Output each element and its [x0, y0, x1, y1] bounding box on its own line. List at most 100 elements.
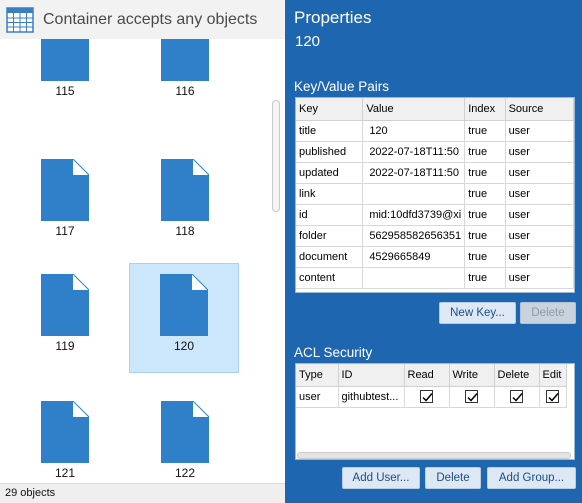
acl-col-id[interactable]: ID	[338, 364, 405, 387]
kv-value[interactable]	[362, 267, 466, 289]
kv-source: user	[505, 141, 574, 163]
kv-source: user	[505, 225, 574, 247]
kv-col-index[interactable]: Index	[464, 98, 506, 121]
kv-row[interactable]: link true user	[296, 183, 574, 205]
object-label: 119	[55, 339, 75, 353]
container-pane: Container accepts any objects 115 116 11…	[0, 0, 285, 503]
kv-col-source[interactable]: Source	[505, 98, 574, 121]
container-header: Container accepts any objects	[0, 0, 285, 39]
delete-checkbox[interactable]	[510, 390, 523, 403]
kv-col-value[interactable]: Value	[362, 98, 466, 121]
properties-title: Properties	[294, 8, 372, 27]
acl-header-row: Type ID Read Write Delete Edit	[296, 364, 567, 387]
acl-col-edit[interactable]: Edit	[539, 364, 567, 387]
kv-source: user	[505, 183, 574, 205]
object-tile[interactable]: 122	[130, 391, 240, 483]
object-tile[interactable]: 121	[10, 391, 120, 483]
object-label: 122	[174, 466, 196, 480]
kv-value[interactable]: 2022-07-18T11:50	[362, 141, 466, 163]
kv-col-key[interactable]: Key	[296, 98, 364, 121]
kv-value[interactable]	[362, 183, 466, 205]
document-icon	[161, 159, 209, 221]
write-checkbox[interactable]	[465, 390, 478, 403]
kv-source: user	[505, 267, 574, 289]
kv-key: link	[296, 183, 364, 205]
acl-col-read[interactable]: Read	[404, 364, 450, 387]
kv-row[interactable]: content true user	[296, 267, 574, 289]
kv-key: document	[296, 246, 364, 268]
object-label: 121	[54, 466, 76, 480]
kv-row[interactable]: published 2022-07-18T11:50 true user	[296, 141, 574, 163]
kv-table-container: Key Value Index Source title 120 true us…	[295, 97, 575, 293]
kv-source: user	[505, 246, 574, 268]
object-label: 115	[55, 84, 75, 98]
kv-index: true	[464, 162, 506, 184]
acl-row[interactable]: user githubtest...	[296, 386, 567, 408]
properties-panel: Properties 120 Key/Value Pairs Key Value…	[285, 0, 582, 503]
kv-value[interactable]: 120	[362, 120, 466, 142]
object-label: 118	[175, 224, 195, 238]
kv-key: content	[296, 267, 364, 289]
grid-icon	[6, 6, 34, 33]
kv-index: true	[464, 225, 506, 247]
object-tile[interactable]: 116	[130, 39, 240, 119]
kv-key: published	[296, 141, 364, 163]
document-icon	[41, 401, 89, 463]
kv-key: id	[296, 204, 364, 226]
kv-index: true	[464, 204, 506, 226]
document-icon	[41, 39, 89, 81]
acl-horizontal-scrollbar[interactable]	[297, 452, 571, 459]
object-label: 117	[55, 224, 75, 238]
kv-source: user	[505, 162, 574, 184]
document-icon	[41, 159, 89, 221]
object-label: 120	[173, 339, 195, 353]
kv-value[interactable]: 4529665849	[362, 246, 466, 268]
add-user-button[interactable]: Add User...	[342, 467, 420, 489]
kv-row[interactable]: document 4529665849 true user	[296, 246, 574, 268]
kv-source: user	[505, 120, 574, 142]
kv-row[interactable]: updated 2022-07-18T11:50 true user	[296, 162, 574, 184]
object-tile-selected[interactable]: 120	[129, 263, 239, 373]
add-group-button[interactable]: Add Group...	[487, 467, 576, 489]
kv-row[interactable]: title 120 true user	[296, 120, 574, 142]
acl-table-container: Type ID Read Write Delete Edit user gith…	[295, 363, 575, 460]
new-key-button[interactable]: New Key...	[439, 302, 516, 324]
acl-section-title: ACL Security	[294, 345, 373, 360]
document-icon	[161, 39, 209, 81]
vertical-scrollbar[interactable]	[272, 100, 280, 212]
kv-index: true	[464, 183, 506, 205]
acl-col-write[interactable]: Write	[449, 364, 495, 387]
kv-key: title	[296, 120, 364, 142]
properties-subtitle: 120	[295, 33, 321, 50]
kv-row[interactable]: id mid:10dfd3739@xi true user	[296, 204, 574, 226]
kv-value[interactable]: 562958582656351	[362, 225, 466, 247]
kv-index: true	[464, 141, 506, 163]
object-tile[interactable]: 118	[130, 149, 240, 259]
document-icon	[160, 274, 208, 336]
kv-index: true	[464, 267, 506, 289]
kv-index: true	[464, 120, 506, 142]
status-bar: 29 objects	[0, 483, 285, 503]
object-tile[interactable]: 117	[10, 149, 120, 259]
object-count: 29 objects	[5, 487, 56, 499]
acl-id: githubtest...	[338, 386, 405, 408]
kv-key: updated	[296, 162, 364, 184]
container-title: Container accepts any objects	[43, 10, 258, 28]
object-grid[interactable]: 115 116 117 118 119 120 121 122	[0, 39, 270, 483]
delete-key-button[interactable]: Delete	[520, 302, 576, 324]
acl-col-type[interactable]: Type	[296, 364, 339, 387]
read-checkbox[interactable]	[420, 390, 433, 403]
kv-section-title: Key/Value Pairs	[294, 79, 390, 94]
acl-col-delete[interactable]: Delete	[494, 364, 540, 387]
delete-acl-button[interactable]: Delete	[425, 467, 481, 489]
kv-row[interactable]: folder 562958582656351 true user	[296, 225, 574, 247]
object-label: 116	[175, 84, 195, 98]
kv-value[interactable]: mid:10dfd3739@xi	[362, 204, 466, 226]
edit-checkbox[interactable]	[546, 390, 559, 403]
object-tile[interactable]: 115	[10, 39, 120, 119]
kv-key: folder	[296, 225, 364, 247]
kv-value[interactable]: 2022-07-18T11:50	[362, 162, 466, 184]
kv-index: true	[464, 246, 506, 268]
acl-table: Type ID Read Write Delete Edit user gith…	[296, 364, 567, 408]
object-tile[interactable]: 119	[10, 264, 120, 374]
